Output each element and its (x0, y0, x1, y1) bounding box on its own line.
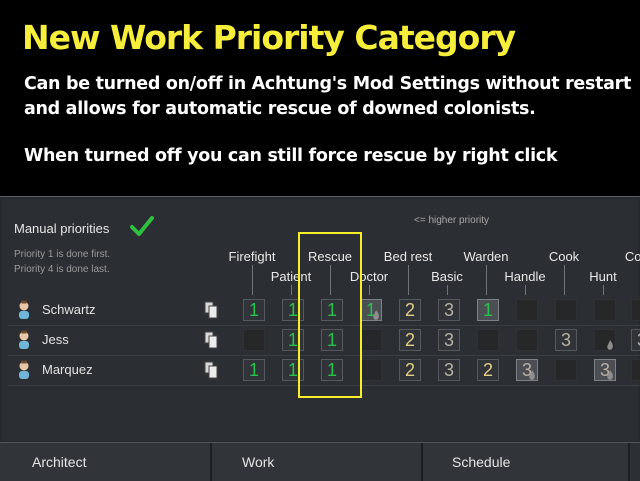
priority-cell[interactable]: 3 (516, 359, 538, 381)
priority-hint-1: Priority 1 is done first. (14, 249, 111, 260)
priority-cell[interactable]: 3 (438, 299, 460, 321)
priority-cell[interactable] (243, 329, 265, 351)
tab-work[interactable]: Work (212, 443, 423, 481)
rescue-column-highlight (298, 232, 362, 398)
priority-cell[interactable]: 3 (631, 329, 640, 351)
priority-cell[interactable] (555, 359, 577, 381)
priority-cell[interactable] (631, 299, 640, 321)
passion-flame-icon (607, 340, 613, 350)
copy-paste-icon[interactable] (204, 361, 218, 379)
colonist-portrait-icon[interactable] (16, 360, 32, 380)
priority-cell[interactable]: 1 (243, 299, 265, 321)
column-divider (486, 265, 487, 295)
column-header-handle[interactable]: Handle (504, 269, 545, 284)
tab-architect-label: Architect (32, 454, 87, 470)
column-header-hunt[interactable]: Hunt (589, 269, 616, 284)
promo-title: New Work Priority Category (22, 18, 516, 57)
priority-cell[interactable] (477, 329, 499, 351)
priority-cell[interactable]: 1 (477, 299, 499, 321)
priority-cell[interactable] (360, 329, 382, 351)
column-header-cook[interactable]: Cook (549, 249, 579, 264)
passion-flame-icon (607, 370, 613, 380)
priority-cell[interactable]: 3 (438, 359, 460, 381)
tab-architect[interactable]: Architect (0, 443, 212, 481)
column-divider (408, 265, 409, 295)
priority-cell[interactable] (594, 329, 616, 351)
tab-schedule-label: Schedule (452, 454, 511, 470)
tab-schedule[interactable]: Schedule (423, 443, 630, 481)
manual-priorities-checkmark-icon[interactable] (130, 215, 154, 237)
priority-cell[interactable]: 1 (243, 359, 265, 381)
priority-cell[interactable]: 2 (399, 359, 421, 381)
colonist-name[interactable]: Schwartz (42, 302, 95, 317)
column-divider (603, 285, 604, 295)
priority-cell[interactable] (516, 299, 538, 321)
column-header-firefight[interactable]: Firefight (229, 249, 276, 264)
priority-cell[interactable]: 3 (555, 329, 577, 351)
colonist-portrait-icon[interactable] (16, 330, 32, 350)
priority-cell[interactable]: 2 (399, 299, 421, 321)
column-header-warden[interactable]: Warden (463, 249, 508, 264)
priority-cell[interactable] (631, 359, 640, 381)
priority-cell[interactable]: 3 (438, 329, 460, 351)
manual-priorities-label: Manual priorities (14, 221, 110, 236)
copy-paste-icon[interactable] (204, 301, 218, 319)
column-divider (291, 285, 292, 295)
copy-paste-icon[interactable] (204, 331, 218, 349)
higher-priority-hint: <= higher priority (414, 215, 490, 226)
promo-banner: New Work Priority Category Can be turned… (0, 0, 640, 196)
promo-line-2: and allows for automatic rescue of downe… (24, 99, 536, 119)
promo-line-1: Can be turned on/off in Achtung's Mod Se… (24, 74, 632, 94)
priority-cell[interactable]: 2 (477, 359, 499, 381)
priority-cell[interactable]: 1 (360, 299, 382, 321)
column-header-cons[interactable]: Cons (625, 249, 640, 264)
colonist-name[interactable]: Jess (42, 332, 69, 347)
column-divider (525, 285, 526, 295)
main-tab-bar: Architect Work Schedule (0, 442, 640, 481)
priority-cell[interactable]: 2 (399, 329, 421, 351)
passion-flame-icon (529, 370, 535, 380)
column-divider (447, 285, 448, 295)
priority-cell[interactable]: 3 (594, 359, 616, 381)
tab-work-label: Work (242, 454, 275, 470)
priority-cell[interactable] (360, 359, 382, 381)
priority-cell[interactable] (594, 299, 616, 321)
priority-cell[interactable] (555, 299, 577, 321)
colonist-portrait-icon[interactable] (16, 300, 32, 320)
priority-hint-2: Priority 4 is done last. (14, 264, 110, 275)
column-divider (564, 265, 565, 295)
column-divider (369, 285, 370, 295)
passion-flame-icon (373, 310, 379, 320)
column-divider (252, 265, 253, 295)
column-header-basic[interactable]: Basic (431, 269, 463, 284)
promo-line-3: When turned off you can still force resc… (24, 146, 558, 166)
priority-cell[interactable] (516, 329, 538, 351)
colonist-name[interactable]: Marquez (42, 362, 93, 377)
column-header-bed-rest[interactable]: Bed rest (384, 249, 432, 264)
